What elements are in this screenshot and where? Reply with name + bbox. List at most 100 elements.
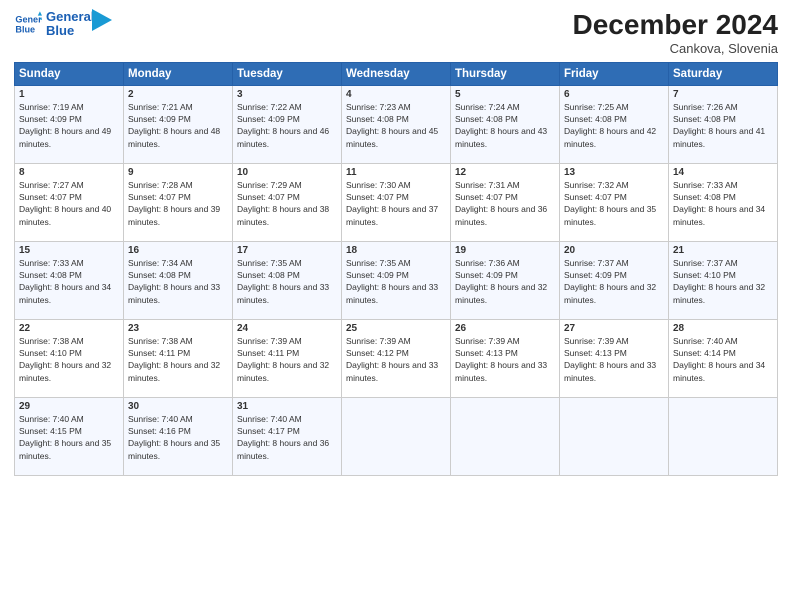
day-number: 13 [564, 167, 664, 178]
day-info: Sunrise: 7:33 AMSunset: 4:08 PMDaylight:… [19, 257, 119, 306]
day-number: 27 [564, 323, 664, 334]
day-cell: 3Sunrise: 7:22 AMSunset: 4:09 PMDaylight… [233, 85, 342, 163]
day-number: 31 [237, 401, 337, 412]
col-header-thursday: Thursday [451, 62, 560, 85]
day-number: 17 [237, 245, 337, 256]
main-title: December 2024 [573, 10, 778, 41]
page: General Blue General Blue December 2024 … [0, 0, 792, 612]
day-cell [451, 397, 560, 475]
day-number: 3 [237, 89, 337, 100]
day-info: Sunrise: 7:38 AMSunset: 4:11 PMDaylight:… [128, 335, 228, 384]
day-cell: 27Sunrise: 7:39 AMSunset: 4:13 PMDayligh… [560, 319, 669, 397]
day-cell: 23Sunrise: 7:38 AMSunset: 4:11 PMDayligh… [124, 319, 233, 397]
day-number: 14 [673, 167, 773, 178]
logo: General Blue General Blue [14, 10, 112, 39]
day-number: 5 [455, 89, 555, 100]
day-info: Sunrise: 7:34 AMSunset: 4:08 PMDaylight:… [128, 257, 228, 306]
day-info: Sunrise: 7:31 AMSunset: 4:07 PMDaylight:… [455, 179, 555, 228]
week-row-5: 29Sunrise: 7:40 AMSunset: 4:15 PMDayligh… [15, 397, 778, 475]
day-cell: 4Sunrise: 7:23 AMSunset: 4:08 PMDaylight… [342, 85, 451, 163]
day-number: 18 [346, 245, 446, 256]
day-number: 9 [128, 167, 228, 178]
day-info: Sunrise: 7:40 AMSunset: 4:16 PMDaylight:… [128, 413, 228, 462]
col-header-monday: Monday [124, 62, 233, 85]
day-cell: 11Sunrise: 7:30 AMSunset: 4:07 PMDayligh… [342, 163, 451, 241]
day-number: 25 [346, 323, 446, 334]
day-number: 11 [346, 167, 446, 178]
day-info: Sunrise: 7:28 AMSunset: 4:07 PMDaylight:… [128, 179, 228, 228]
calendar-header: SundayMondayTuesdayWednesdayThursdayFrid… [15, 62, 778, 85]
day-info: Sunrise: 7:40 AMSunset: 4:17 PMDaylight:… [237, 413, 337, 462]
day-cell: 2Sunrise: 7:21 AMSunset: 4:09 PMDaylight… [124, 85, 233, 163]
day-cell: 20Sunrise: 7:37 AMSunset: 4:09 PMDayligh… [560, 241, 669, 319]
day-info: Sunrise: 7:37 AMSunset: 4:10 PMDaylight:… [673, 257, 773, 306]
day-number: 2 [128, 89, 228, 100]
day-cell: 29Sunrise: 7:40 AMSunset: 4:15 PMDayligh… [15, 397, 124, 475]
logo-text2: Blue [46, 24, 94, 38]
day-cell: 18Sunrise: 7:35 AMSunset: 4:09 PMDayligh… [342, 241, 451, 319]
logo-icon: General Blue [14, 10, 42, 38]
day-info: Sunrise: 7:40 AMSunset: 4:15 PMDaylight:… [19, 413, 119, 462]
col-header-friday: Friday [560, 62, 669, 85]
col-header-wednesday: Wednesday [342, 62, 451, 85]
col-header-tuesday: Tuesday [233, 62, 342, 85]
day-cell: 28Sunrise: 7:40 AMSunset: 4:14 PMDayligh… [669, 319, 778, 397]
day-cell: 7Sunrise: 7:26 AMSunset: 4:08 PMDaylight… [669, 85, 778, 163]
week-row-3: 15Sunrise: 7:33 AMSunset: 4:08 PMDayligh… [15, 241, 778, 319]
day-info: Sunrise: 7:27 AMSunset: 4:07 PMDaylight:… [19, 179, 119, 228]
day-cell: 16Sunrise: 7:34 AMSunset: 4:08 PMDayligh… [124, 241, 233, 319]
title-block: December 2024 Cankova, Slovenia [573, 10, 778, 56]
day-number: 6 [564, 89, 664, 100]
day-number: 24 [237, 323, 337, 334]
week-row-2: 8Sunrise: 7:27 AMSunset: 4:07 PMDaylight… [15, 163, 778, 241]
day-info: Sunrise: 7:26 AMSunset: 4:08 PMDaylight:… [673, 101, 773, 150]
day-number: 22 [19, 323, 119, 334]
day-info: Sunrise: 7:38 AMSunset: 4:10 PMDaylight:… [19, 335, 119, 384]
day-number: 10 [237, 167, 337, 178]
calendar-body: 1Sunrise: 7:19 AMSunset: 4:09 PMDaylight… [15, 85, 778, 475]
day-cell: 13Sunrise: 7:32 AMSunset: 4:07 PMDayligh… [560, 163, 669, 241]
day-info: Sunrise: 7:33 AMSunset: 4:08 PMDaylight:… [673, 179, 773, 228]
day-info: Sunrise: 7:25 AMSunset: 4:08 PMDaylight:… [564, 101, 664, 150]
day-cell: 6Sunrise: 7:25 AMSunset: 4:08 PMDaylight… [560, 85, 669, 163]
day-info: Sunrise: 7:23 AMSunset: 4:08 PMDaylight:… [346, 101, 446, 150]
day-number: 4 [346, 89, 446, 100]
day-cell: 9Sunrise: 7:28 AMSunset: 4:07 PMDaylight… [124, 163, 233, 241]
day-info: Sunrise: 7:30 AMSunset: 4:07 PMDaylight:… [346, 179, 446, 228]
day-number: 16 [128, 245, 228, 256]
day-number: 23 [128, 323, 228, 334]
day-cell: 8Sunrise: 7:27 AMSunset: 4:07 PMDaylight… [15, 163, 124, 241]
day-info: Sunrise: 7:32 AMSunset: 4:07 PMDaylight:… [564, 179, 664, 228]
day-number: 19 [455, 245, 555, 256]
day-number: 28 [673, 323, 773, 334]
day-info: Sunrise: 7:37 AMSunset: 4:09 PMDaylight:… [564, 257, 664, 306]
day-cell [669, 397, 778, 475]
day-info: Sunrise: 7:35 AMSunset: 4:09 PMDaylight:… [346, 257, 446, 306]
day-info: Sunrise: 7:19 AMSunset: 4:09 PMDaylight:… [19, 101, 119, 150]
col-header-saturday: Saturday [669, 62, 778, 85]
day-cell: 1Sunrise: 7:19 AMSunset: 4:09 PMDaylight… [15, 85, 124, 163]
day-cell: 25Sunrise: 7:39 AMSunset: 4:12 PMDayligh… [342, 319, 451, 397]
day-cell: 5Sunrise: 7:24 AMSunset: 4:08 PMDaylight… [451, 85, 560, 163]
day-cell: 12Sunrise: 7:31 AMSunset: 4:07 PMDayligh… [451, 163, 560, 241]
week-row-4: 22Sunrise: 7:38 AMSunset: 4:10 PMDayligh… [15, 319, 778, 397]
logo-arrow-icon [92, 9, 112, 31]
day-info: Sunrise: 7:24 AMSunset: 4:08 PMDaylight:… [455, 101, 555, 150]
day-cell: 14Sunrise: 7:33 AMSunset: 4:08 PMDayligh… [669, 163, 778, 241]
day-info: Sunrise: 7:39 AMSunset: 4:13 PMDaylight:… [564, 335, 664, 384]
day-cell: 31Sunrise: 7:40 AMSunset: 4:17 PMDayligh… [233, 397, 342, 475]
day-number: 30 [128, 401, 228, 412]
day-cell: 24Sunrise: 7:39 AMSunset: 4:11 PMDayligh… [233, 319, 342, 397]
day-info: Sunrise: 7:39 AMSunset: 4:13 PMDaylight:… [455, 335, 555, 384]
day-info: Sunrise: 7:40 AMSunset: 4:14 PMDaylight:… [673, 335, 773, 384]
day-cell [560, 397, 669, 475]
day-cell: 30Sunrise: 7:40 AMSunset: 4:16 PMDayligh… [124, 397, 233, 475]
day-info: Sunrise: 7:39 AMSunset: 4:11 PMDaylight:… [237, 335, 337, 384]
header: General Blue General Blue December 2024 … [14, 10, 778, 56]
day-number: 8 [19, 167, 119, 178]
day-info: Sunrise: 7:22 AMSunset: 4:09 PMDaylight:… [237, 101, 337, 150]
day-cell: 22Sunrise: 7:38 AMSunset: 4:10 PMDayligh… [15, 319, 124, 397]
day-number: 1 [19, 89, 119, 100]
day-cell: 19Sunrise: 7:36 AMSunset: 4:09 PMDayligh… [451, 241, 560, 319]
day-number: 7 [673, 89, 773, 100]
